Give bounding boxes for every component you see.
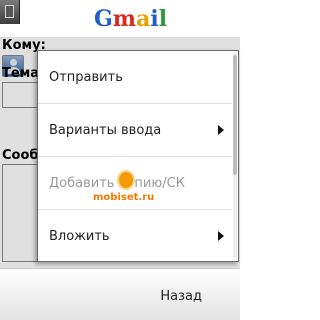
logo-letter-g: G [94, 6, 113, 32]
logo-letter-i: i [150, 6, 159, 32]
logo-letter-l: l [158, 6, 168, 32]
menu-item-input-options[interactable]: Варианты ввода [38, 104, 232, 157]
menu-item-send[interactable]: Отправить [38, 51, 232, 104]
menu-item-add-cc: Добавить копию/СК [38, 157, 232, 210]
gmail-logo: Gmail [94, 6, 167, 32]
menu-item-label: Вложить [49, 229, 110, 244]
back-softkey[interactable]: Назад [160, 289, 202, 304]
submenu-arrow-icon [218, 231, 224, 241]
menu-item-label: Добавить копию/СК [49, 176, 185, 191]
menu-scrollbar[interactable] [233, 53, 237, 259]
menu-item-attach[interactable]: Вложить [38, 210, 232, 263]
scrollbar-thumb[interactable] [233, 55, 237, 175]
softkey-bar: Назад [0, 268, 240, 320]
exit-button[interactable] [0, 0, 20, 24]
logo-letter-m: m [112, 6, 137, 32]
exit-door-icon [5, 5, 14, 18]
app-header: Gmail [0, 0, 240, 38]
logo-letter-a: a [136, 6, 151, 32]
options-menu: Отправить Варианты ввода Добавить копию/… [37, 50, 239, 262]
menu-item-label: Отправить [49, 70, 123, 85]
submenu-arrow-icon [218, 125, 224, 135]
menu-item-label: Варианты ввода [49, 123, 162, 138]
